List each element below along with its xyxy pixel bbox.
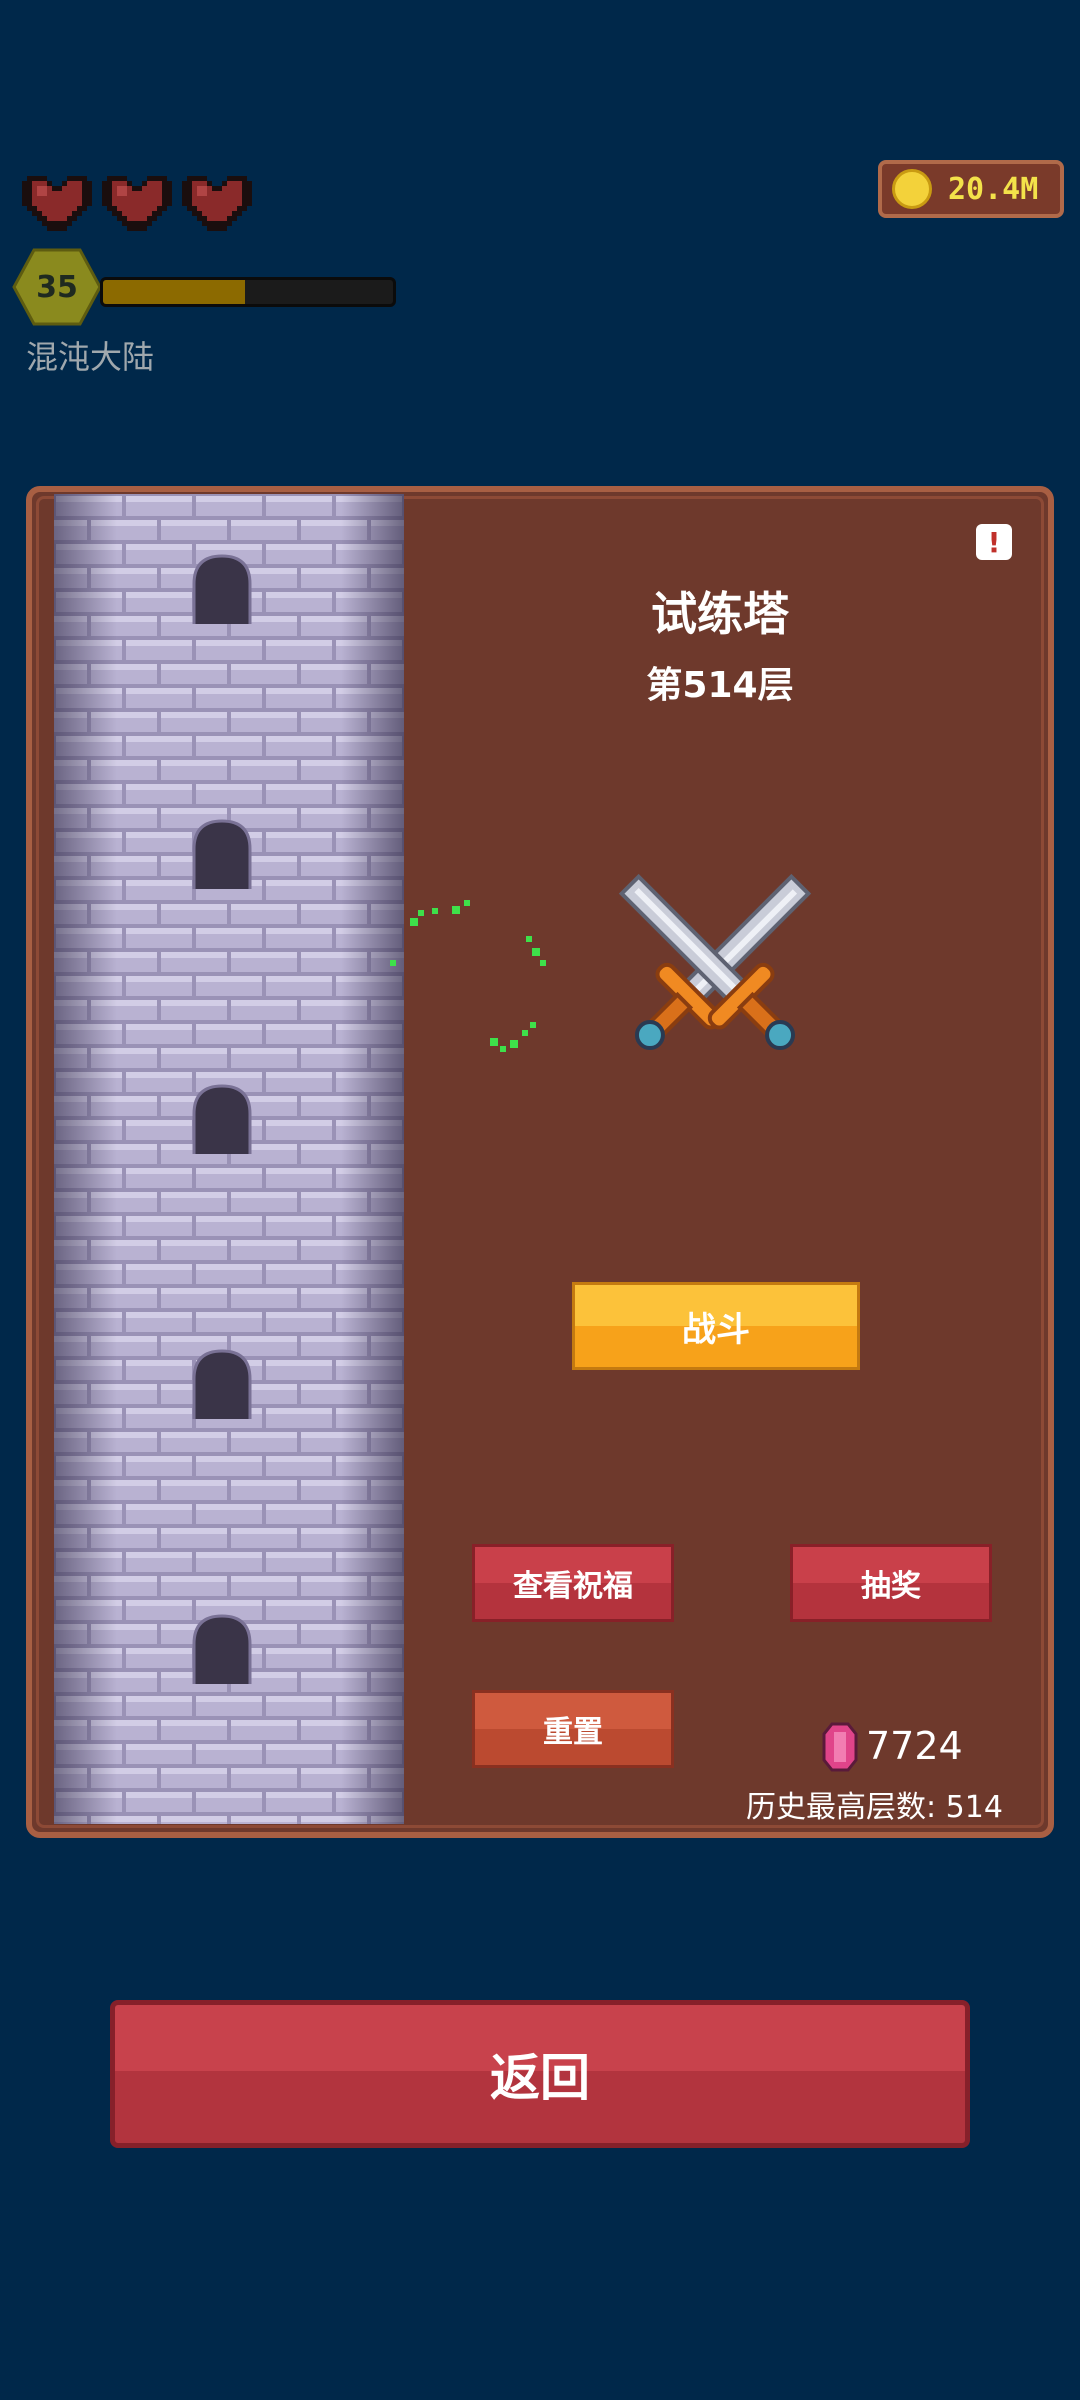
player-level: 35 <box>36 269 78 305</box>
coin-icon <box>892 169 932 209</box>
tower-title: 试练塔 <box>651 587 789 641</box>
health-hearts <box>22 170 252 232</box>
back-button[interactable]: 返回 <box>110 2000 970 2148</box>
coin-amount: 20.4M <box>948 171 1039 207</box>
heart-icon <box>102 176 172 231</box>
heart-icon <box>182 176 252 231</box>
xp-progress-fill <box>103 280 246 304</box>
heart-icon <box>22 176 92 231</box>
pink-gem-icon <box>822 1722 858 1772</box>
lottery-button[interactable]: 抽奖 <box>790 1544 992 1622</box>
gem-count: 7724 <box>866 1724 963 1768</box>
current-floor: 第514层 <box>646 665 794 706</box>
best-floor-record: 历史最高层数: 514 <box>746 1790 1003 1825</box>
stone-tower-illustration <box>54 494 404 1824</box>
region-name: 混沌大陆 <box>26 338 155 376</box>
fight-button[interactable]: 战斗 <box>572 1282 860 1370</box>
xp-progress-bar <box>100 277 396 307</box>
info-alert-icon[interactable]: ! <box>976 524 1012 560</box>
coin-counter[interactable]: 20.4M <box>878 160 1064 218</box>
crossed-swords-icon <box>618 873 812 1051</box>
view-blessings-button[interactable]: 查看祝福 <box>472 1544 674 1622</box>
sparkle-effect-icon <box>390 900 546 1052</box>
reset-button[interactable]: 重置 <box>472 1690 674 1768</box>
